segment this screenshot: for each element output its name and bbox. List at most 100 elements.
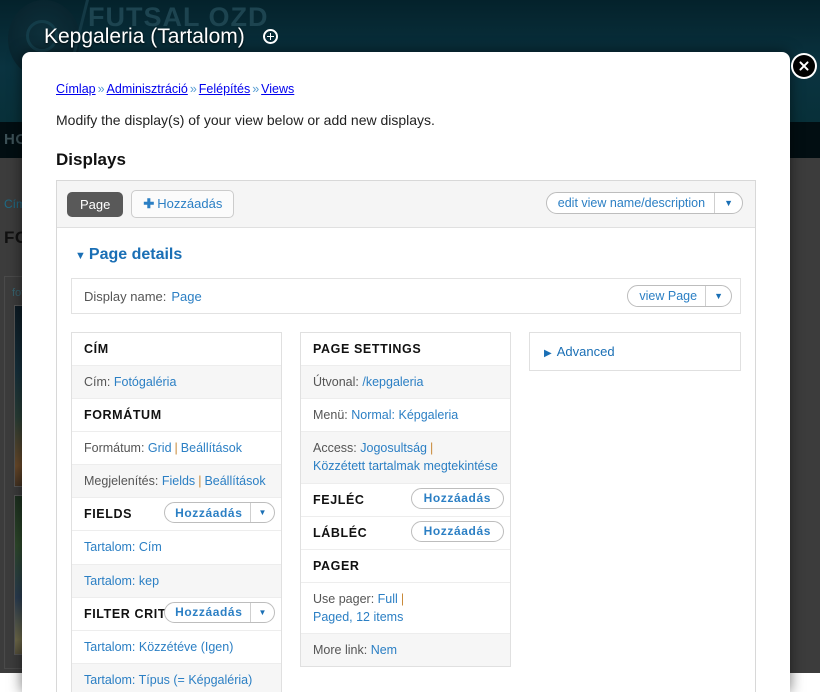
menu-label: Menü:	[313, 408, 348, 422]
add-filter-button[interactable]: Hozzáadás ▼	[164, 602, 275, 623]
section-heading-page-settings: PAGE SETTINGS	[301, 333, 510, 366]
edit-view-name-description-button[interactable]: edit view name/description ▼	[546, 192, 743, 214]
displays-toolbar: Page ✚Hozzáadás edit view name/descripti…	[57, 181, 755, 228]
breadcrumb-separator: »	[252, 82, 259, 96]
megjelenites-value[interactable]: Fields	[162, 474, 195, 488]
triangle-right-icon: ▶	[544, 348, 552, 359]
chevron-down-icon[interactable]: ▼	[706, 291, 731, 301]
add-display-label: Hozzáadás	[157, 196, 222, 211]
column-middle: PAGE SETTINGS Útvonal: /kepgaleria Menü:…	[300, 332, 511, 667]
edit-view-label: edit view name/description	[547, 196, 714, 210]
row-more-link: More link: Nem	[301, 634, 510, 666]
fields-label: FIELDS	[84, 507, 132, 521]
row-access: Access: Jogosultság| Közzétett tartalmak…	[301, 432, 510, 483]
formatum-value[interactable]: Grid	[148, 441, 172, 455]
view-page-label: view Page	[628, 289, 705, 303]
field-item: Tartalom: Cím	[72, 531, 281, 564]
breadcrumb: Címlap»Adminisztráció»Felépítés»Views	[56, 82, 756, 96]
section-heading-formatum: FORMÁTUM	[72, 399, 281, 432]
add-display-button[interactable]: ✚Hozzáadás	[131, 190, 234, 218]
row-megjelenites: Megjelenítés: Fields|Beállítások	[72, 465, 281, 498]
separator: |	[198, 474, 201, 488]
close-icon[interactable]	[793, 55, 815, 77]
access-value-secondary[interactable]: Közzétett tartalmak megtekintése	[313, 459, 498, 473]
middle-settings-box: PAGE SETTINGS Útvonal: /kepgaleria Menü:…	[300, 332, 511, 667]
field-item: Tartalom: kep	[72, 565, 281, 598]
chevron-down-icon[interactable]: ▼	[715, 198, 742, 208]
more-link-label: More link:	[313, 643, 367, 657]
field-link-cim[interactable]: Tartalom: Cím	[84, 540, 162, 554]
display-name-label: Display name:	[84, 289, 166, 304]
megjelenites-label: Megjelenítés:	[84, 474, 158, 488]
utvonal-label: Útvonal:	[313, 375, 359, 389]
modal-description: Modify the display(s) of your view below…	[56, 112, 756, 128]
settings-columns: CÍM Cím: Fotógaléria FORMÁTUM Formátum: …	[71, 332, 741, 692]
cim-value[interactable]: Fotógaléria	[114, 375, 177, 389]
column-left: CÍM Cím: Fotógaléria FORMÁTUM Formátum: …	[71, 332, 282, 692]
breadcrumb-item-cimlap[interactable]: Címlap	[56, 82, 96, 96]
add-field-button[interactable]: Hozzáadás ▼	[164, 502, 275, 523]
row-cim: Cím: Fotógaléria	[72, 366, 281, 399]
view-page-button[interactable]: view Page ▼	[627, 285, 732, 307]
more-link-value[interactable]: Nem	[371, 643, 397, 657]
filter-link-tipus[interactable]: Tartalom: Típus (= Képgaléria)	[84, 673, 252, 687]
section-heading-cim: CÍM	[72, 333, 281, 366]
row-formatum: Formátum: Grid|Beállítások	[72, 432, 281, 465]
add-header-button[interactable]: Hozzáadás	[411, 488, 504, 509]
column-right: ▶ Advanced	[529, 332, 741, 371]
megjelenites-settings-link[interactable]: Beállítások	[204, 474, 265, 488]
chevron-down-icon[interactable]: ▼	[251, 608, 274, 617]
triangle-down-icon: ▼	[75, 250, 86, 262]
separator: |	[430, 441, 433, 455]
views-edit-modal: Címlap»Adminisztráció»Felépítés»Views Mo…	[22, 52, 790, 692]
add-filter-label: Hozzáadás	[165, 605, 250, 619]
breadcrumb-separator: »	[98, 82, 105, 96]
access-label: Access:	[313, 441, 357, 455]
display-name-value[interactable]: Page	[171, 289, 201, 304]
breadcrumb-separator: »	[190, 82, 197, 96]
row-use-pager: Use pager: Full| Paged, 12 items	[301, 583, 510, 634]
section-heading-lablec: LÁBLÉC Hozzáadás	[301, 517, 510, 550]
modal-title: Kepgaleria (Tartalom)	[44, 25, 278, 49]
display-name-row: Display name: Page view Page ▼	[71, 278, 741, 314]
filter-link-kozzeteve[interactable]: Tartalom: Közzétéve (Igen)	[84, 640, 233, 654]
page-details-label: Page details	[89, 246, 182, 263]
breadcrumb-item-adminisztracio[interactable]: Adminisztráció	[107, 82, 188, 96]
use-pager-value-secondary[interactable]: Paged, 12 items	[313, 610, 403, 624]
section-heading-filter-criteria: FILTER CRITERIA Hozzáadás ▼	[72, 598, 281, 631]
displays-heading: Displays	[56, 150, 756, 170]
separator: |	[175, 441, 178, 455]
tab-page[interactable]: Page	[67, 192, 123, 217]
formatum-settings-link[interactable]: Beállítások	[181, 441, 242, 455]
access-value[interactable]: Jogosultság	[360, 441, 427, 455]
add-footer-button[interactable]: Hozzáadás	[411, 521, 504, 542]
page-details-heading[interactable]: ▼Page details	[75, 246, 741, 264]
use-pager-value[interactable]: Full	[378, 592, 398, 606]
breadcrumb-item-felepites[interactable]: Felépítés	[199, 82, 250, 96]
fejlec-label: FEJLÉC	[313, 493, 365, 507]
use-pager-label: Use pager:	[313, 592, 374, 606]
separator: |	[401, 592, 404, 606]
plus-icon: ✚	[143, 196, 154, 211]
row-menu: Menü: Normal: Képgaleria	[301, 399, 510, 432]
displays-panel: Page ✚Hozzáadás edit view name/descripti…	[56, 180, 756, 692]
filter-item: Tartalom: Közzétéve (Igen)	[72, 631, 281, 664]
page-details-area: ▼Page details Display name: Page view Pa…	[57, 228, 755, 692]
field-link-kep[interactable]: Tartalom: kep	[84, 574, 159, 588]
modal-title-text: Kepgaleria (Tartalom)	[44, 25, 245, 48]
section-heading-fields: FIELDS Hozzáadás ▼	[72, 498, 281, 531]
chevron-down-icon[interactable]: ▼	[251, 508, 274, 517]
filter-item: Tartalom: Típus (= Képgaléria)	[72, 664, 281, 692]
breadcrumb-item-views[interactable]: Views	[261, 82, 294, 96]
advanced-section[interactable]: ▶ Advanced	[529, 332, 741, 371]
utvonal-value[interactable]: /kepgaleria	[362, 375, 423, 389]
menu-value[interactable]: Normal: Képgaleria	[351, 408, 458, 422]
advanced-label: Advanced	[557, 344, 615, 359]
formatum-label: Formátum:	[84, 441, 144, 455]
add-footer-label: Hozzáadás	[412, 524, 503, 538]
cim-label: Cím:	[84, 375, 110, 389]
add-header-label: Hozzáadás	[412, 491, 503, 505]
section-heading-pager: PAGER	[301, 550, 510, 583]
plus-circle-icon[interactable]	[263, 29, 278, 44]
row-utvonal: Útvonal: /kepgaleria	[301, 366, 510, 399]
